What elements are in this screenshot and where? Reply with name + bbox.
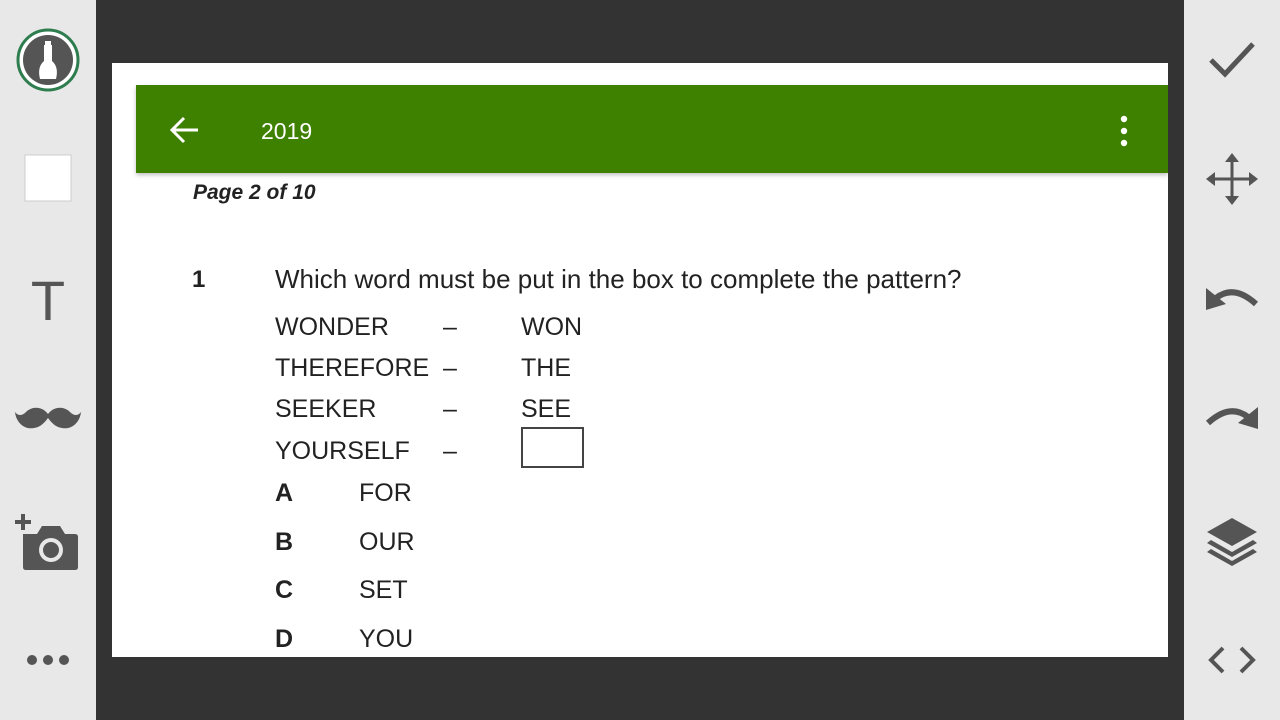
pattern-word: THEREFORE	[275, 354, 430, 382]
undo-button[interactable]	[1197, 265, 1267, 335]
pattern-dash: –	[443, 354, 457, 382]
option-value: OUR	[359, 528, 415, 556]
layers-icon	[1207, 518, 1257, 566]
move-icon	[1206, 153, 1258, 205]
redo-button[interactable]	[1197, 384, 1267, 454]
sticker-tool-button[interactable]	[13, 384, 83, 454]
pattern-word: SEEKER	[275, 395, 377, 423]
add-photo-icon	[15, 514, 78, 570]
pen-icon	[16, 28, 80, 92]
answer-box	[521, 427, 584, 468]
text-tool-button[interactable]: T	[13, 265, 83, 335]
code-icon	[1208, 646, 1256, 674]
code-button[interactable]	[1197, 625, 1267, 695]
option-letter: B	[275, 528, 294, 556]
app-bar: 2019	[136, 85, 1168, 173]
option-letter: C	[275, 576, 294, 604]
image-canvas[interactable]: 2019 Page 2 of 10 1 Which word must be p…	[112, 63, 1168, 657]
pattern-result: SEE	[521, 395, 572, 423]
pattern-result: WON	[521, 313, 583, 341]
pattern-word: YOURSELF	[275, 437, 410, 465]
left-toolbar: T	[0, 0, 96, 720]
layers-button[interactable]	[1197, 506, 1267, 576]
more-tools-button[interactable]	[13, 625, 83, 695]
back-button[interactable]	[168, 113, 202, 147]
move-button[interactable]	[1197, 144, 1267, 214]
pattern-dash: –	[443, 437, 457, 465]
pattern-dash: –	[443, 313, 457, 341]
pattern-word: WONDER	[275, 313, 389, 341]
shape-tool-button[interactable]	[13, 143, 83, 213]
option-value: FOR	[359, 479, 412, 507]
done-button[interactable]	[1197, 25, 1267, 95]
rectangle-icon	[24, 154, 72, 202]
more-icon	[27, 655, 69, 665]
option-value: YOU	[359, 625, 414, 653]
check-icon	[1209, 42, 1255, 78]
pattern-dash: –	[443, 395, 457, 423]
text-icon: T	[30, 268, 66, 332]
pattern-result: THE	[521, 354, 571, 382]
right-toolbar	[1184, 0, 1280, 720]
option-value: SET	[359, 576, 408, 604]
overflow-menu-button[interactable]	[1118, 115, 1130, 147]
undo-icon	[1206, 288, 1259, 310]
question-number: 1	[192, 266, 206, 293]
arrow-back-icon	[169, 116, 198, 144]
mustache-icon	[15, 407, 81, 429]
more-vert-icon	[1120, 115, 1128, 147]
question-text: Which word must be put in the box to com…	[275, 264, 962, 294]
app-title: 2019	[261, 118, 313, 144]
page-indicator: Page 2 of 10	[193, 181, 316, 204]
pen-tool-button[interactable]	[13, 25, 83, 95]
option-letter: D	[275, 625, 294, 653]
redo-icon	[1205, 407, 1258, 429]
option-letter: A	[275, 479, 294, 507]
add-photo-button[interactable]	[13, 507, 83, 577]
